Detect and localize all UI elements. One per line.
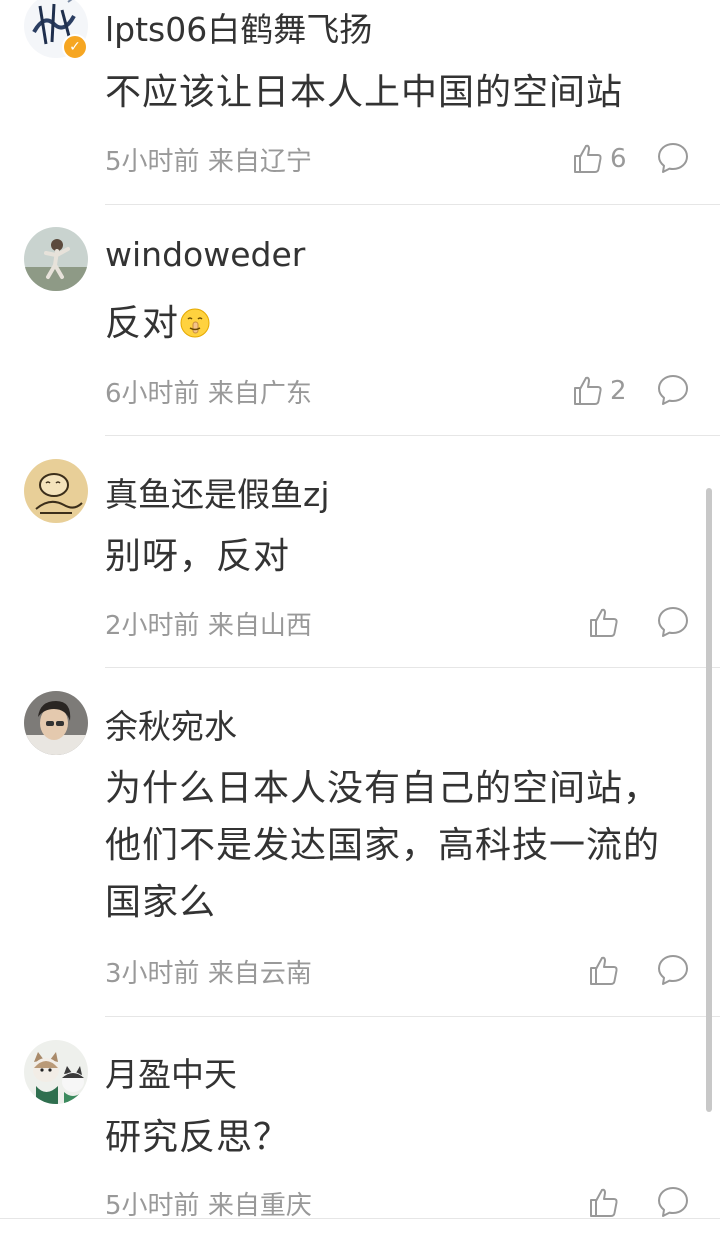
- comment-location: 来自辽宁: [207, 147, 312, 177]
- comment-text: 别呀，反对: [105, 536, 291, 577]
- shushing-face-emoji-icon: [180, 308, 210, 338]
- speech-bubble-icon: [658, 1187, 688, 1217]
- reply-button[interactable]: [656, 373, 690, 407]
- comment-location: 来自广东: [207, 379, 312, 409]
- reply-button[interactable]: [656, 1185, 690, 1219]
- avatar[interactable]: [24, 1040, 88, 1104]
- comment-text: 反对: [105, 295, 695, 352]
- comment-meta: 3小时前 来自云南: [105, 953, 312, 990]
- speech-bubble-icon: [658, 143, 688, 173]
- reply-button[interactable]: [656, 953, 690, 987]
- comment-time: 5小时前: [105, 1191, 200, 1221]
- cartoon-avatar-image: [24, 459, 88, 523]
- comment-text: 为什么日本人没有自己的空间站，他们不是发达国家，高科技一流的国家么: [105, 768, 661, 923]
- reply-button[interactable]: [656, 605, 690, 639]
- comment-location: 来自重庆: [207, 1191, 312, 1221]
- speech-bubble-icon: [658, 375, 688, 405]
- like-button[interactable]: [588, 605, 626, 641]
- avatar[interactable]: [24, 227, 88, 291]
- reply-button[interactable]: [656, 141, 690, 175]
- like-count: 6: [610, 144, 627, 174]
- comment-time: 3小时前: [105, 959, 200, 989]
- comment-item: 月盈中天 研究反思？ 5小时前 来自重庆: [0, 1018, 720, 1255]
- comment-time: 5小时前: [105, 147, 200, 177]
- like-button[interactable]: 6: [572, 141, 627, 177]
- divider: [105, 667, 720, 668]
- comment-item: 余秋宛水 为什么日本人没有自己的空间站，他们不是发达国家，高科技一流的国家么 3…: [0, 670, 720, 1018]
- child-photo-avatar-image: [24, 227, 88, 291]
- comment-location: 来自云南: [207, 959, 312, 989]
- divider: [105, 204, 720, 205]
- divider: [105, 1016, 720, 1017]
- thumbs-up-icon: [574, 144, 602, 173]
- thumbs-up-icon: [574, 376, 602, 405]
- avatar[interactable]: [24, 459, 88, 523]
- like-button[interactable]: [588, 953, 626, 989]
- cats-photo-avatar-image: [24, 1040, 88, 1104]
- comment-meta: 5小时前 来自辽宁: [105, 141, 312, 178]
- thumbs-up-icon: [590, 1188, 618, 1217]
- comment-item: ✓ lpts06白鹤舞飞扬 不应该让日本人上中国的空间站 5小时前 来自辽宁 6: [0, 0, 720, 206]
- comment-meta: 2小时前 来自山西: [105, 605, 312, 642]
- like-count: 2: [610, 376, 627, 406]
- divider: [105, 435, 720, 436]
- comment-location: 来自山西: [207, 611, 312, 641]
- comment-item: windoweder 反对 6小时前 来自广东 2: [0, 206, 720, 438]
- thumbs-up-icon: [590, 956, 618, 985]
- comment-username[interactable]: 真鱼还是假鱼zj: [105, 468, 330, 516]
- comment-username[interactable]: windoweder: [105, 235, 305, 274]
- comment-meta: 6小时前 来自广东: [105, 373, 312, 410]
- speech-bubble-icon: [658, 607, 688, 637]
- like-button[interactable]: [588, 1185, 626, 1221]
- speech-bubble-icon: [658, 955, 688, 985]
- thumbs-up-icon: [590, 608, 618, 637]
- comment-time: 6小时前: [105, 379, 200, 409]
- comment-text: 研究反思？: [105, 1117, 291, 1158]
- comment-text: 不应该让日本人上中国的空间站: [105, 72, 624, 113]
- comment-item: 真鱼还是假鱼zj 别呀，反对 2小时前 来自山西: [0, 438, 720, 670]
- comment-username[interactable]: lpts06白鹤舞飞扬: [105, 3, 372, 51]
- comment-text-body: 反对: [105, 303, 180, 344]
- avatar[interactable]: [24, 691, 88, 755]
- verified-badge-icon: ✓: [62, 34, 88, 60]
- comment-meta: 5小时前 来自重庆: [105, 1185, 312, 1222]
- comment-time: 2小时前: [105, 611, 200, 641]
- person-photo-avatar-image: [24, 691, 88, 755]
- divider: [0, 1218, 720, 1219]
- comment-username[interactable]: 余秋宛水: [105, 700, 237, 748]
- like-button[interactable]: 2: [572, 373, 627, 409]
- comment-username[interactable]: 月盈中天: [105, 1048, 237, 1096]
- scrollbar[interactable]: [706, 488, 712, 1112]
